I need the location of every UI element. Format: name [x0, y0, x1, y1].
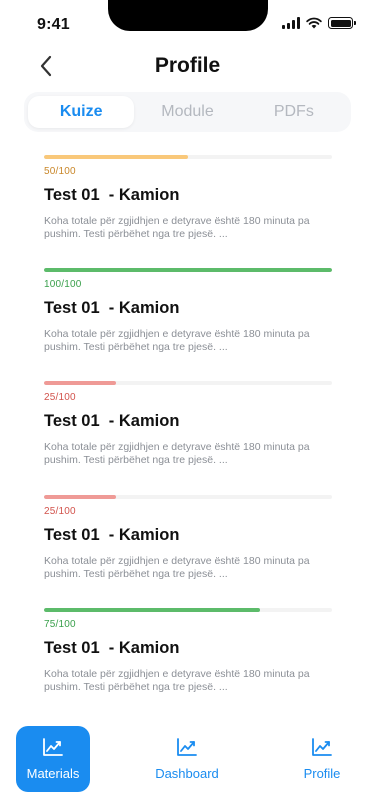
- progress-bar: [44, 268, 332, 273]
- quiz-score: 75/100: [44, 618, 76, 630]
- chart-icon: [43, 738, 63, 756]
- chart-icon: [177, 738, 197, 756]
- header: Profile: [0, 44, 375, 88]
- quiz-card[interactable]: 75/100 Test 01 - Kamion Koha totale për …: [44, 605, 332, 718]
- notch: [108, 0, 268, 31]
- quiz-description: Koha totale për zgjidhjen e detyrave ësh…: [44, 441, 310, 467]
- progress-fill: [44, 494, 116, 499]
- progress-bar: [44, 607, 332, 612]
- quiz-title: Test 01 - Kamion: [44, 186, 180, 204]
- nav-dashboard[interactable]: Dashboard: [146, 726, 228, 792]
- progress-bar: [44, 155, 332, 159]
- page-title: Profile: [154, 54, 221, 77]
- nav-profile[interactable]: Profile: [290, 726, 354, 792]
- progress-fill: [44, 381, 116, 386]
- nav-label: Dashboard: [155, 766, 219, 781]
- quiz-title: Test 01 - Kamion: [44, 525, 180, 544]
- profile-screen: 9:41 Profile Kuize Module PDFs 50/100 Te…: [0, 0, 375, 812]
- quiz-description: Koha totale për zgjidhjen e detyrave ësh…: [44, 328, 310, 354]
- progress-fill: [44, 155, 188, 159]
- progress-fill: [44, 268, 332, 273]
- quiz-title: Test 01 - Kamion: [44, 412, 180, 431]
- battery-icon: [328, 17, 356, 29]
- quiz-title: Test 01 - Kamion: [44, 638, 180, 657]
- tab-kuize[interactable]: Kuize: [28, 96, 135, 128]
- chart-icon: [312, 738, 332, 756]
- progress-fill: [44, 607, 260, 612]
- quiz-description: Koha totale për zgjidhjen e detyrave ësh…: [44, 215, 310, 240]
- quiz-list: 50/100 Test 01 - Kamion Koha totale për …: [44, 152, 332, 718]
- tab-bar: Kuize Module PDFs: [24, 92, 351, 132]
- nav-label: Profile: [303, 766, 341, 781]
- quiz-score: 25/100: [44, 392, 76, 404]
- quiz-score: 25/100: [44, 505, 76, 517]
- quiz-description: Koha totale për zgjidhjen e detyrave ësh…: [44, 554, 310, 580]
- status-icons: [282, 17, 356, 29]
- quiz-card[interactable]: 50/100 Test 01 - Kamion Koha totale për …: [44, 152, 332, 265]
- quiz-card[interactable]: 25/100 Test 01 - Kamion Koha totale për …: [44, 492, 332, 605]
- quiz-score: 100/100: [44, 279, 82, 291]
- signal-icon: [282, 17, 300, 29]
- progress-bar: [44, 381, 332, 386]
- status-bar: 9:41: [0, 0, 375, 44]
- quiz-card[interactable]: 25/100 Test 01 - Kamion Koha totale për …: [44, 378, 332, 491]
- wifi-icon: [306, 17, 322, 29]
- quiz-card[interactable]: 100/100 Test 01 - Kamion Koha totale për…: [44, 265, 332, 378]
- progress-bar: [44, 494, 332, 499]
- bottom-nav: Materials Dashboard Profile: [0, 726, 375, 792]
- nav-label: Materials: [26, 766, 80, 781]
- quiz-description: Koha totale për zgjidhjen e detyrave ësh…: [44, 667, 310, 693]
- status-time: 9:41: [37, 16, 70, 33]
- nav-materials[interactable]: Materials: [16, 726, 90, 792]
- tab-module[interactable]: Module: [134, 96, 240, 128]
- quiz-title: Test 01 - Kamion: [44, 299, 180, 318]
- quiz-score: 50/100: [44, 166, 76, 177]
- tab-pdfs[interactable]: PDFs: [241, 96, 347, 128]
